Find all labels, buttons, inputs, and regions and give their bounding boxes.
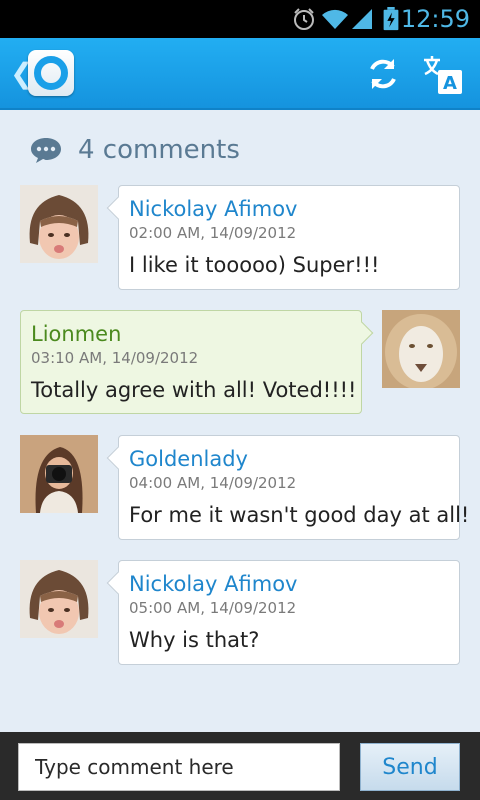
comment-text: Totally agree with all! Voted!!!!	[31, 378, 357, 402]
lion-avatar-image	[382, 310, 460, 388]
app-logo-icon[interactable]	[28, 50, 74, 96]
avatar[interactable]	[382, 310, 460, 388]
avatar[interactable]	[20, 185, 98, 263]
comment-timestamp: 02:00 AM, 14/09/2012	[129, 224, 297, 242]
avatar[interactable]	[20, 560, 98, 638]
baby-avatar-image	[20, 185, 98, 263]
comment-text: For me it wasn't good day at all!	[129, 503, 470, 527]
battery-icon	[383, 7, 399, 31]
comment-card: Nickolay Afimov 05:00 AM, 14/09/2012 Why…	[106, 560, 460, 665]
translate-icon[interactable]: A	[420, 52, 464, 96]
baby-avatar-image	[20, 560, 98, 638]
refresh-icon[interactable]	[361, 52, 405, 96]
wifi-icon	[322, 9, 348, 29]
send-button[interactable]: Send	[360, 743, 460, 791]
status-time: 12:59	[400, 5, 470, 33]
comment-text: I like it tooooo) Super!!!	[129, 253, 380, 277]
svg-text:A: A	[443, 73, 457, 94]
comment-card: Lionmen 03:10 AM, 14/09/2012 Totally agr…	[20, 310, 374, 414]
comment-card: Goldenlady 04:00 AM, 14/09/2012 For me i…	[106, 435, 470, 540]
comment-author[interactable]: Nickolay Afimov	[129, 571, 449, 597]
comment-card: Nickolay Afimov 02:00 AM, 14/09/2012 I l…	[106, 185, 460, 290]
comment-author[interactable]: Goldenlady	[129, 446, 449, 472]
comment-timestamp: 04:00 AM, 14/09/2012	[129, 474, 297, 492]
action-bar: ❮ A	[0, 38, 480, 110]
woman-camera-avatar-image	[20, 435, 98, 513]
avatar[interactable]	[20, 435, 98, 513]
comments-count: 4 comments	[78, 135, 240, 165]
status-bar: 12:59	[0, 0, 480, 38]
comment-text: Why is that?	[129, 628, 260, 652]
comment-bubble-icon	[31, 138, 61, 163]
comment-composer: Send	[0, 732, 480, 800]
alarm-icon	[294, 8, 314, 30]
signal-icon	[352, 9, 372, 29]
comment-author[interactable]: Lionmen	[31, 321, 351, 347]
comment-timestamp: 03:10 AM, 14/09/2012	[31, 349, 199, 367]
comment-input[interactable]	[18, 743, 340, 791]
comment-author[interactable]: Nickolay Afimov	[129, 196, 449, 222]
comment-timestamp: 05:00 AM, 14/09/2012	[129, 599, 297, 617]
